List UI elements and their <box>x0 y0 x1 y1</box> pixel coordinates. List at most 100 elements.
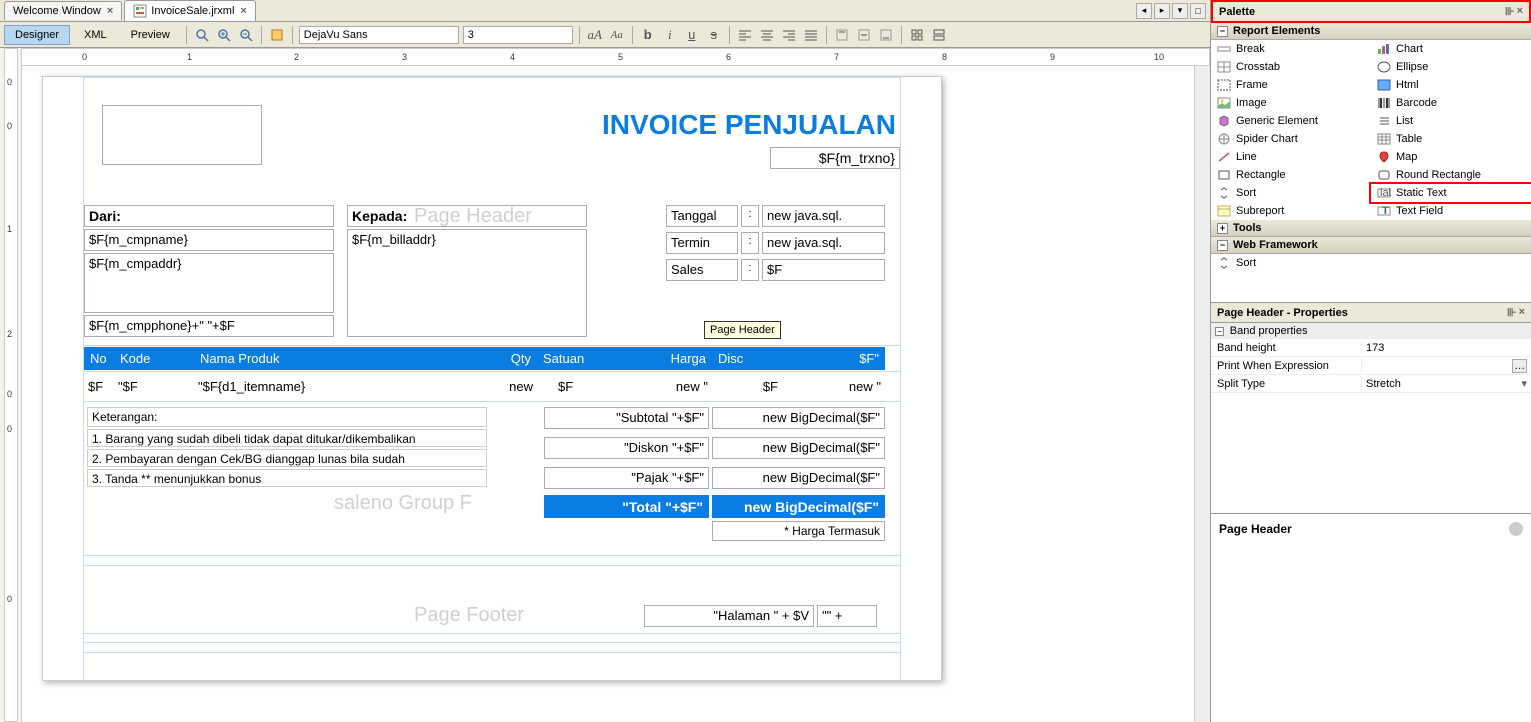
italic-icon[interactable]: i <box>661 26 679 44</box>
report-settings-icon[interactable] <box>268 26 286 44</box>
maximize-icon[interactable]: □ <box>1190 3 1206 19</box>
ellipsis-button[interactable]: … <box>1512 359 1527 373</box>
keterangan-label[interactable]: Keterangan: <box>87 407 487 427</box>
palette-item-frame[interactable]: Frame <box>1211 76 1371 94</box>
palette-item-break[interactable]: Break <box>1211 40 1371 58</box>
palette-item-line[interactable]: Line <box>1211 148 1371 166</box>
subtotal-value[interactable]: new BigDecimal($F" <box>712 407 885 429</box>
col-disc[interactable]: Disc <box>712 347 782 370</box>
pin-icon[interactable]: ⊪ <box>1505 5 1515 18</box>
note-3[interactable]: 3. Tanda ** menunjukkan bonus <box>87 469 487 487</box>
pin-icon[interactable]: ⊪ <box>1507 306 1517 319</box>
palette-section-report-elements[interactable]: − Report Elements <box>1211 23 1531 40</box>
palette-item-static-text[interactable]: labelStatic Text <box>1369 182 1531 204</box>
sales-label[interactable]: Sales <box>666 259 738 281</box>
palette-item-text-field[interactable]: TText Field <box>1371 202 1531 220</box>
row-satuan[interactable]: $F <box>554 377 624 396</box>
valign-middle-icon[interactable] <box>855 26 873 44</box>
split-type-value[interactable]: Stretch <box>1366 378 1521 390</box>
diskon-label[interactable]: "Diskon "+$F" <box>544 437 709 459</box>
layout-icon[interactable] <box>908 26 926 44</box>
logo-placeholder[interactable] <box>102 105 262 165</box>
align-right-icon[interactable] <box>780 26 798 44</box>
halaman-field[interactable]: "Halaman " + $V <box>644 605 814 627</box>
colon[interactable]: : <box>741 232 759 254</box>
tax-note[interactable]: * Harga Termasuk <box>712 521 885 541</box>
palette-item-image[interactable]: Image <box>1211 94 1371 112</box>
preview-mode-button[interactable]: Preview <box>121 26 180 44</box>
col-nama[interactable]: Nama Produk <box>194 347 477 370</box>
col-qty[interactable]: Qty <box>477 347 537 370</box>
close-icon[interactable]: × <box>1519 306 1525 319</box>
sales-value[interactable]: $F <box>762 259 885 281</box>
strike-icon[interactable]: s <box>705 26 723 44</box>
col-kode[interactable]: Kode <box>114 347 194 370</box>
diskon-value[interactable]: new BigDecimal($F" <box>712 437 885 459</box>
align-center-icon[interactable] <box>758 26 776 44</box>
tanggal-value[interactable]: new java.sql. <box>762 205 885 227</box>
colon[interactable]: : <box>741 205 759 227</box>
increase-font-icon[interactable]: aA <box>586 26 604 44</box>
palette-item-rectangle[interactable]: Rectangle <box>1211 166 1371 184</box>
layout2-icon[interactable] <box>930 26 948 44</box>
col-satuan[interactable]: Satuan <box>537 347 622 370</box>
expand-icon[interactable]: + <box>1217 223 1228 234</box>
band-height-input[interactable] <box>1366 342 1527 354</box>
close-icon[interactable]: × <box>107 5 113 17</box>
scroll-left-icon[interactable]: ◂ <box>1136 3 1152 19</box>
note-2[interactable]: 2. Pembayaran dengan Cek/BG dianggap lun… <box>87 449 487 467</box>
row-no[interactable]: $F <box>84 377 114 396</box>
palette-section-web[interactable]: − Web Framework <box>1211 237 1531 254</box>
prop-split-type[interactable]: Split Type Stretch▾ <box>1211 375 1531 393</box>
dropdown-icon[interactable]: ▾ <box>1521 377 1527 390</box>
scroll-right-icon[interactable]: ▸ <box>1154 3 1170 19</box>
palette-item-barcode[interactable]: Barcode <box>1371 94 1531 112</box>
trxno-field[interactable]: $F{m_trxno} <box>770 147 900 169</box>
palette-item-generic[interactable]: Generic Element <box>1211 112 1371 130</box>
tanggal-label[interactable]: Tanggal <box>666 205 738 227</box>
zoom-out-icon[interactable] <box>237 26 255 44</box>
font-family-select[interactable] <box>299 26 459 44</box>
properties-panel-header[interactable]: Page Header - Properties ⊪× <box>1211 303 1531 323</box>
termin-value[interactable]: new java.sql. <box>762 232 885 254</box>
close-icon[interactable]: × <box>1517 5 1523 18</box>
row-end[interactable]: new " <box>782 377 885 396</box>
close-icon[interactable]: × <box>240 5 246 17</box>
print-when-input[interactable] <box>1366 359 1512 373</box>
palette-section-tools[interactable]: + Tools <box>1211 220 1531 237</box>
row-nama[interactable]: "$F{d1_itemname} <box>194 377 474 396</box>
cmpphone-field[interactable]: $F{m_cmpphone}+" "+$F <box>84 315 334 337</box>
billaddr-field[interactable]: $F{m_billaddr} <box>347 229 587 337</box>
col-end[interactable]: $F" <box>782 347 885 370</box>
decrease-font-icon[interactable]: Aa <box>608 26 626 44</box>
colon[interactable]: : <box>741 259 759 281</box>
font-size-select[interactable] <box>463 26 573 44</box>
palette-item-chart[interactable]: Chart <box>1371 40 1531 58</box>
palette-item-map[interactable]: Map <box>1371 148 1531 166</box>
palette-item-web-sort[interactable]: Sort <box>1211 254 1531 272</box>
cmpaddr-field[interactable]: $F{m_cmpaddr} <box>84 253 334 313</box>
palette-item-table[interactable]: Table <box>1371 130 1531 148</box>
xml-mode-button[interactable]: XML <box>74 26 117 44</box>
invoice-title[interactable]: INVOICE PENJUALAN <box>598 107 900 143</box>
designer-mode-button[interactable]: Designer <box>4 25 70 45</box>
row-kode[interactable]: "$F <box>114 377 194 396</box>
align-left-icon[interactable] <box>736 26 754 44</box>
bold-icon[interactable]: b <box>639 26 657 44</box>
collapse-icon[interactable]: − <box>1217 240 1228 251</box>
halaman2-field[interactable]: "" + <box>817 605 877 627</box>
cmpname-field[interactable]: $F{m_cmpname} <box>84 229 334 251</box>
palette-item-spider[interactable]: Spider Chart <box>1211 130 1371 148</box>
vertical-scrollbar[interactable] <box>1194 66 1210 722</box>
palette-item-ellipse[interactable]: Ellipse <box>1371 58 1531 76</box>
pajak-value[interactable]: new BigDecimal($F" <box>712 467 885 489</box>
tab-file[interactable]: InvoiceSale.jrxml × <box>124 0 256 21</box>
palette-item-html[interactable]: Html <box>1371 76 1531 94</box>
col-harga[interactable]: Harga <box>622 347 712 370</box>
align-justify-icon[interactable] <box>802 26 820 44</box>
row-harga[interactable]: new " <box>622 377 712 396</box>
note-1[interactable]: 1. Barang yang sudah dibeli tidak dapat … <box>87 429 487 447</box>
report-canvas[interactable]: INVOICE PENJUALAN $F{m_trxno} Dari: $F{m… <box>22 66 1210 722</box>
tab-welcome[interactable]: Welcome Window × <box>4 1 122 20</box>
help-info-icon[interactable] <box>1509 522 1523 536</box>
